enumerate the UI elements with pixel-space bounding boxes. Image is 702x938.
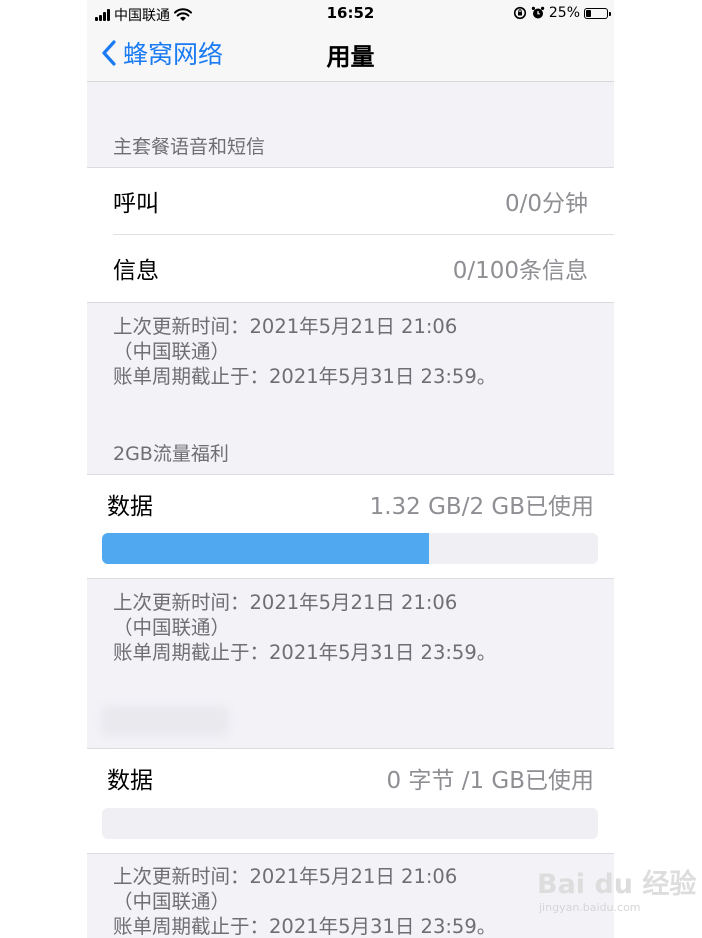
calls-row[interactable]: 呼叫 0/0分钟 [113,168,588,234]
billing-cycle-text: 账单周期截止于：2021年5月31日 23:59。 [113,365,497,388]
messages-label: 信息 [113,258,159,284]
data-bonus-group: 数据 1.32 GB/2 GB已使用 [87,474,614,579]
messages-value: 0/100条信息 [452,258,588,284]
battery-cap [609,11,611,16]
watermark-text: Bai du 经验 [537,869,697,900]
billing-cycle-text: 账单周期截止于：2021年5月31日 23:59。 [113,915,497,938]
status-right: 25% [513,5,611,21]
battery-fill [586,9,591,17]
section-footer-voice-sms: 上次更新时间：2021年5月21日 21:06 （中国联通） 账单周期截止于：2… [113,314,496,389]
orientation-lock-icon [513,6,526,20]
battery-percent: 25% [548,5,580,21]
last-updated-text: 上次更新时间：2021年5月21日 21:06 [113,865,458,888]
battery-icon [584,7,611,19]
section-header-voice-sms: 主套餐语音和短信 [113,136,266,158]
carrier-note: （中国联通） [113,340,231,363]
alarm-icon [531,6,545,19]
data-plan-group: 数据 0 字节 /1 GB已使用 [87,748,614,854]
blurred-section-header [101,706,229,736]
watermark-sub: jingyan.baidu.com [539,901,641,914]
data-usage-row[interactable]: 数据 0 字节 /1 GB已使用 [107,749,594,807]
voice-sms-group: 呼叫 0/0分钟 信息 0/100条信息 [87,167,614,303]
messages-row[interactable]: 信息 0/100条信息 [113,235,588,301]
data-usage-bar [102,808,598,839]
baidu-watermark: Bai du 经验 jingyan.baidu.com [537,862,696,914]
section-footer-data-plan: 上次更新时间：2021年5月21日 21:06 （中国联通） 账单周期截止于：2… [113,864,496,938]
data-usage-bar-fill [102,533,430,564]
last-updated-text: 上次更新时间：2021年5月21日 21:06 [113,315,458,338]
data-usage-value: 0 字节 /1 GB已使用 [386,768,594,794]
data-label: 数据 [107,768,153,794]
phone-screen: 中国联通 16:52 25% 蜂窝网络 用量 主套餐语音和短信 呼叫 0/0分钟… [87,0,614,938]
data-label: 数据 [107,494,153,520]
carrier-note: （中国联通） [113,616,231,639]
data-usage-row[interactable]: 数据 1.32 GB/2 GB已使用 [107,475,594,533]
section-footer-data-bonus: 上次更新时间：2021年5月21日 21:06 （中国联通） 账单周期截止于：2… [113,590,496,665]
data-usage-value: 1.32 GB/2 GB已使用 [369,494,594,520]
data-usage-bar [102,533,598,564]
status-bar: 中国联通 16:52 25% [87,0,614,28]
billing-cycle-text: 账单周期截止于：2021年5月31日 23:59。 [113,641,497,664]
calls-label: 呼叫 [113,191,159,217]
carrier-note: （中国联通） [113,890,231,913]
last-updated-text: 上次更新时间：2021年5月21日 21:06 [113,591,458,614]
calls-value: 0/0分钟 [504,191,588,217]
navigation-bar: 蜂窝网络 用量 [87,28,614,82]
page-title: 用量 [326,43,375,71]
section-header-data-bonus: 2GB流量福利 [113,443,229,465]
